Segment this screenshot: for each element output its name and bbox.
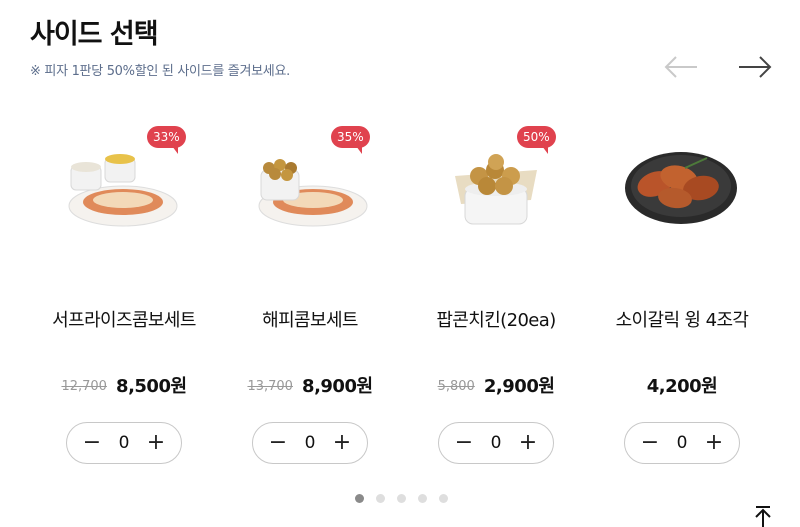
plus-button[interactable]: + [517, 432, 539, 454]
plus-button[interactable]: + [145, 432, 167, 454]
minus-button[interactable]: − [267, 432, 289, 454]
arrow-up-icon [755, 506, 771, 527]
product-name: 소이갈릭 윙 4조각 [615, 310, 749, 331]
quantity-stepper: − 0 + [624, 422, 740, 464]
product-name: 해피콤보세트 [262, 310, 358, 331]
original-price: 12,700 [61, 379, 107, 394]
quantity-value: 0 [676, 433, 688, 453]
page-subtitle: ※ 피자 1판당 50%할인 된 사이드를 즐겨보세요. [30, 64, 290, 79]
quantity-value: 0 [118, 433, 130, 453]
next-button[interactable] [734, 52, 774, 82]
original-price: 5,800 [437, 379, 475, 394]
minus-button[interactable]: − [639, 432, 661, 454]
plus-button[interactable]: + [331, 432, 353, 454]
arrow-left-icon [664, 56, 697, 78]
price-row: 12,700 8,500원 [31, 372, 217, 398]
prev-button[interactable] [662, 52, 702, 82]
product-card[interactable]: 33% 서프라이즈콤보세트 12,700 8,500원 − 0 + [31, 118, 217, 468]
sale-price: 4,200원 [646, 376, 718, 397]
discount-badge: 33% [147, 126, 186, 154]
product-card[interactable]: 50% 팝콘치킨(20ea) 5,800 2,900원 − 0 + [403, 118, 589, 468]
pagination-dot[interactable] [376, 494, 385, 503]
pagination-dot[interactable] [397, 494, 406, 503]
sale-price: 8,500원 [116, 376, 187, 397]
price-row: 13,700 8,900원 [217, 372, 403, 398]
product-card[interactable]: 35% 해피콤보세트 13,700 8,900원 − 0 + [217, 118, 403, 468]
product-card[interactable]: 소이갈릭 윙 4조각 4,200원 − 0 + [589, 118, 775, 468]
price-row: 5,800 2,900원 [403, 372, 589, 398]
soy-garlic-wing-image [589, 118, 775, 248]
popcorn-chicken-image: 50% [403, 118, 589, 248]
sale-price: 8,900원 [302, 376, 373, 397]
quantity-value: 0 [304, 433, 316, 453]
discount-badge: 50% [517, 126, 556, 154]
product-name: 팝콘치킨(20ea) [436, 310, 556, 331]
combo-set-image: 33% [31, 118, 217, 248]
pagination-dot[interactable] [418, 494, 427, 503]
quantity-stepper: − 0 + [252, 422, 368, 464]
page-title: 사이드 선택 [30, 19, 159, 50]
pagination-dot[interactable] [355, 494, 364, 503]
arrow-right-icon [739, 56, 772, 78]
quantity-stepper: − 0 + [66, 422, 182, 464]
discount-badge: 35% [331, 126, 370, 154]
quantity-stepper: − 0 + [438, 422, 554, 464]
carousel-pagination [355, 494, 448, 503]
pagination-dot[interactable] [439, 494, 448, 503]
product-name: 서프라이즈콤보세트 [52, 310, 196, 331]
happy-combo-image: 35% [217, 118, 403, 248]
sale-price: 2,900원 [483, 376, 555, 397]
minus-button[interactable]: − [453, 432, 475, 454]
original-price: 13,700 [247, 379, 293, 394]
scroll-top-button[interactable] [752, 505, 774, 527]
minus-button[interactable]: − [81, 432, 103, 454]
quantity-value: 0 [490, 433, 502, 453]
price-row: 4,200원 [589, 372, 775, 398]
plus-button[interactable]: + [703, 432, 725, 454]
